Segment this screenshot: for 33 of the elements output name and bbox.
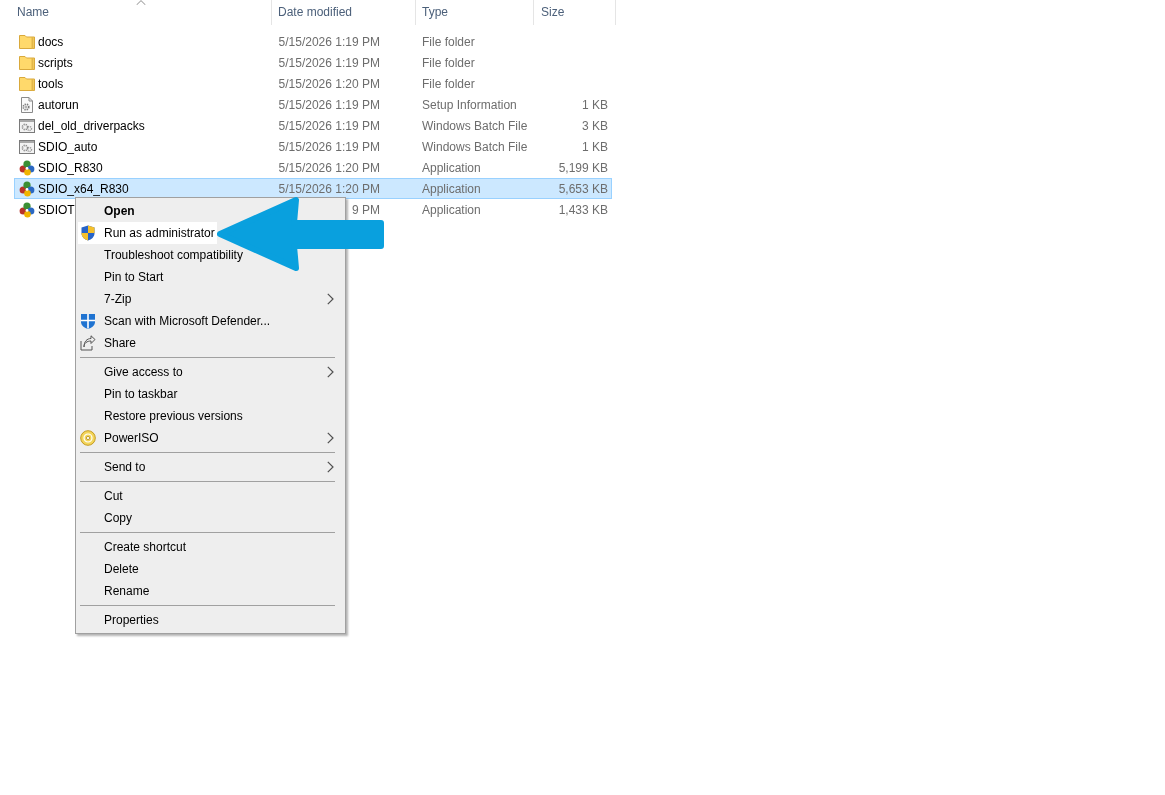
file-type: Application [422,202,481,217]
file-size: 1 KB [582,97,608,112]
date-modified: 5/15/2026 1:20 PM [278,76,380,91]
date-modified: 5/15/2026 1:20 PM [278,160,380,175]
file-type: Application [422,160,481,175]
file-size: 5,653 KB [558,181,608,196]
file-type: Setup Information [422,97,517,112]
file-name: scripts [38,55,73,70]
date-modified: 9 PM [352,202,380,217]
date-modified: 5/15/2026 1:19 PM [278,118,380,133]
file-name: SDIO_R830 [38,160,103,175]
file-type: Windows Batch File [422,139,528,154]
file-name: SDIO_auto [38,139,98,154]
file-size: 3 KB [582,118,608,133]
file-type: Windows Batch File [422,118,528,133]
file-size: 1,433 KB [558,202,608,217]
date-modified: 5/15/2026 1:19 PM [278,97,380,112]
file-type: File folder [422,76,475,91]
date-modified: 5/15/2026 1:19 PM [278,139,380,154]
date-modified: 5/15/2026 1:19 PM [278,55,380,70]
file-size: 1 KB [582,139,608,154]
date-modified: 5/15/2026 1:20 PM [278,181,380,196]
file-type: Application [422,181,481,196]
file-name: SDIO_x64_R830 [38,181,129,196]
file-name: autorun [38,97,79,112]
file-type: File folder [422,34,475,49]
file-size: 5,199 KB [558,160,608,175]
date-modified: 5/15/2026 1:19 PM [278,34,380,49]
file-name: SDIOT [38,202,75,217]
file-name: del_old_driverpacks [38,118,145,133]
file-name: tools [38,76,64,91]
file-name: docs [38,34,64,49]
file-type: File folder [422,55,475,70]
